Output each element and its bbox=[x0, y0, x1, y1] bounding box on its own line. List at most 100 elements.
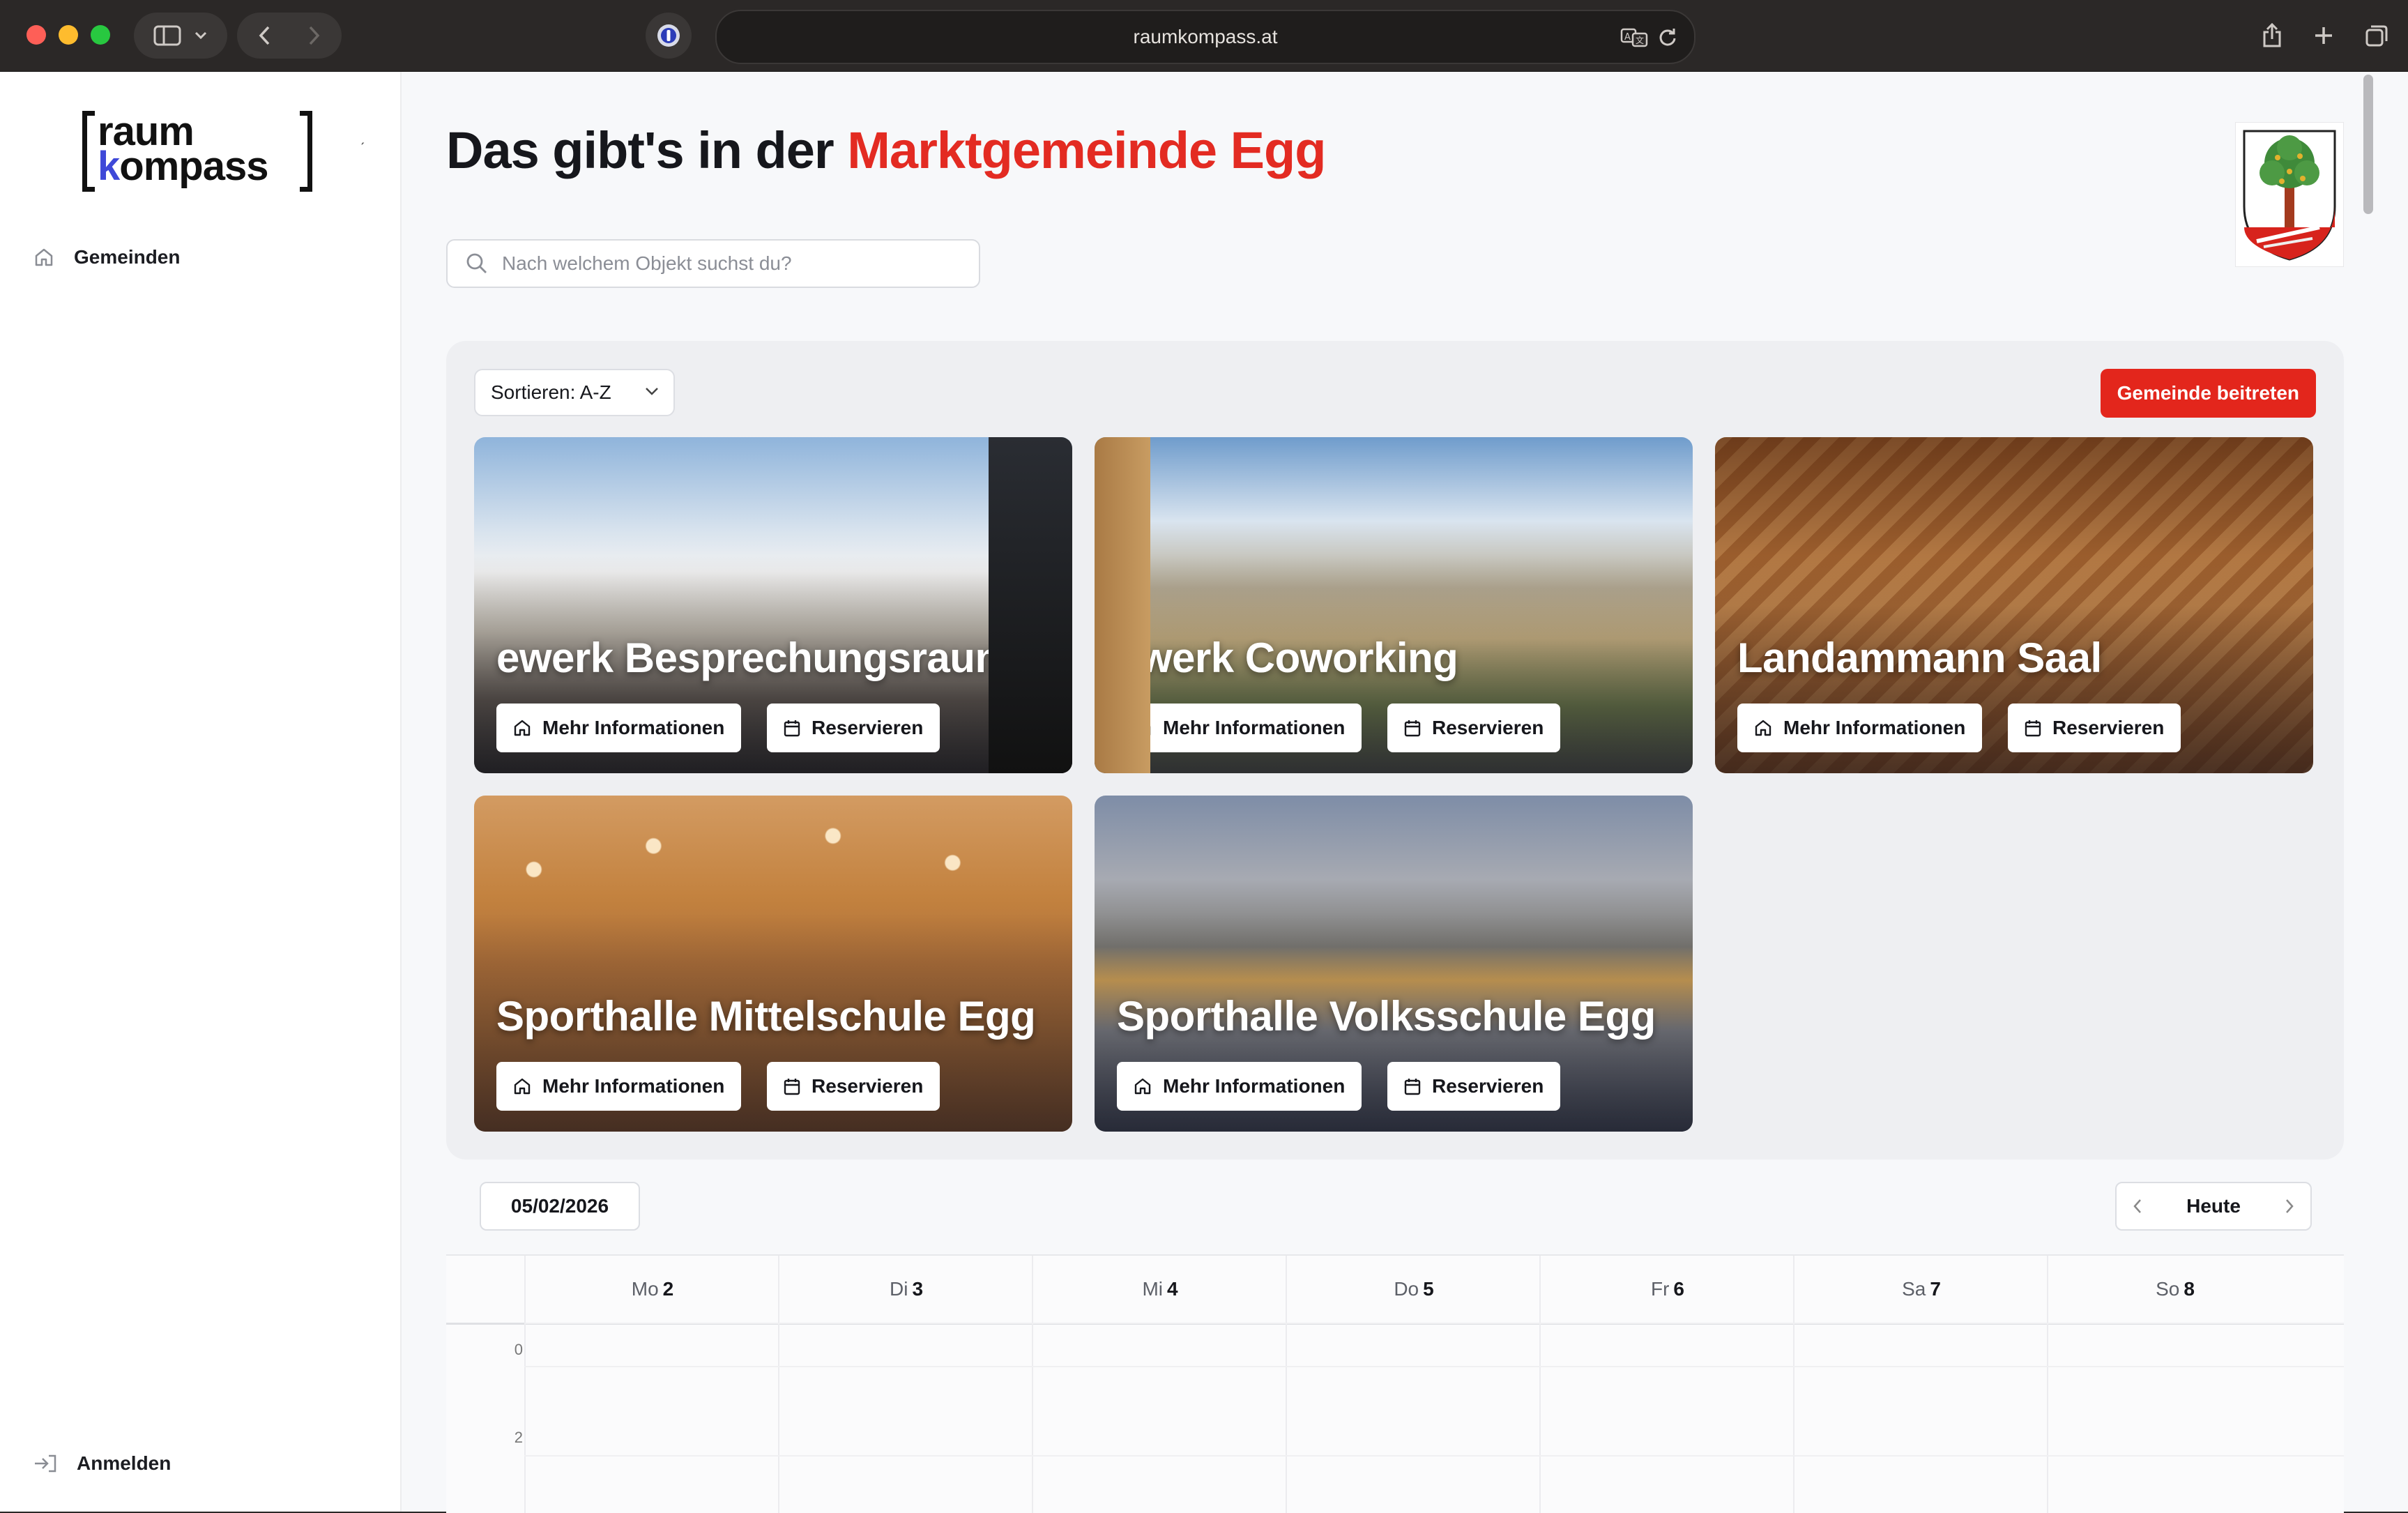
object-name: Landammann Saal bbox=[1737, 634, 2102, 681]
more-info-button[interactable]: Mehr Informationen bbox=[496, 704, 742, 752]
zoom-window-button[interactable] bbox=[91, 25, 110, 45]
calendar-icon bbox=[1404, 1079, 1421, 1095]
day-number: 8 bbox=[2184, 1278, 2195, 1300]
calendar-icon bbox=[784, 1079, 800, 1095]
hour-label: 0 bbox=[514, 1341, 523, 1358]
sidebar-item-label: Gemeinden bbox=[74, 246, 181, 268]
reserve-button[interactable]: Reservieren bbox=[2008, 704, 2181, 752]
day-of-week: Do bbox=[1394, 1278, 1419, 1300]
logo-bracket-left bbox=[82, 111, 95, 192]
calendar-day-column[interactable]: So 8 bbox=[2047, 1256, 2302, 1513]
calendar-day-header: So 8 bbox=[2048, 1256, 2302, 1323]
sort-select[interactable]: Sortieren: A-Z bbox=[474, 369, 675, 416]
page-scrollbar[interactable] bbox=[2363, 75, 2373, 214]
logo-bracket-right bbox=[300, 111, 312, 192]
sort-label: Sortieren: A-Z bbox=[491, 381, 611, 403]
calendar-date-picker[interactable]: 05/02/2026 bbox=[480, 1182, 640, 1231]
object-name: Sporthalle Mittelschule Egg bbox=[496, 993, 1036, 1040]
calendar-day-column[interactable]: Mo 2 bbox=[524, 1256, 779, 1513]
calendar-day-column[interactable]: Do 5 bbox=[1286, 1256, 1541, 1513]
sidebar-toggle-button[interactable] bbox=[134, 13, 227, 59]
hour-label: 2 bbox=[514, 1429, 523, 1446]
day-of-week: So bbox=[2156, 1278, 2180, 1300]
day-of-week: Mo bbox=[631, 1278, 659, 1300]
svg-text:文: 文 bbox=[1636, 35, 1644, 45]
logo-mark: ˏ bbox=[360, 128, 365, 145]
new-tab-icon[interactable] bbox=[2313, 25, 2334, 46]
share-icon[interactable] bbox=[2262, 22, 2283, 49]
today-button[interactable]: Heute bbox=[2186, 1195, 2241, 1217]
raumkompass-logo[interactable]: raum kompass bbox=[82, 111, 312, 195]
history-navigation bbox=[237, 13, 342, 59]
back-icon[interactable] bbox=[258, 25, 272, 46]
calendar-day-column[interactable]: Sa 7 bbox=[1793, 1256, 2048, 1513]
home-icon bbox=[514, 1078, 531, 1095]
join-municipality-button[interactable]: Gemeinde beitreten bbox=[2100, 369, 2316, 418]
search-field[interactable] bbox=[446, 239, 980, 288]
search-input[interactable] bbox=[501, 252, 950, 275]
forward-icon[interactable] bbox=[307, 25, 321, 46]
minimize-window-button[interactable] bbox=[59, 25, 78, 45]
calendar-icon bbox=[784, 720, 800, 737]
home-icon bbox=[1755, 720, 1771, 736]
chevron-down-icon bbox=[195, 31, 207, 40]
home-icon bbox=[1134, 1078, 1151, 1095]
reserve-button[interactable]: Reservieren bbox=[1387, 704, 1561, 752]
login-button[interactable]: Anmelden bbox=[33, 1452, 171, 1475]
home-icon bbox=[514, 720, 531, 736]
reload-icon[interactable] bbox=[1658, 27, 1677, 47]
url-text: raumkompass.at bbox=[1133, 26, 1278, 47]
calendar-day-header: Mo 2 bbox=[526, 1256, 779, 1323]
password-extension-button[interactable] bbox=[646, 13, 692, 59]
object-card[interactable]: Sporthalle Volksschule Egg Mehr Informat… bbox=[1095, 796, 1693, 1132]
calendar-day-column[interactable]: Di 3 bbox=[778, 1256, 1033, 1513]
calendar-day-header: Di 3 bbox=[779, 1256, 1033, 1323]
close-window-button[interactable] bbox=[26, 25, 46, 45]
object-card[interactable]: ewerk Coworking Mehr Informationen Reser… bbox=[1095, 437, 1693, 773]
translate-icon[interactable]: A文 bbox=[1620, 26, 1648, 47]
reserve-button[interactable]: Reservieren bbox=[1387, 1062, 1561, 1111]
calendar-day-column[interactable]: Fr 6 bbox=[1539, 1256, 1794, 1513]
object-card[interactable]: Landammann Saal Mehr Informationen Reser… bbox=[1715, 437, 2313, 773]
svg-text:A: A bbox=[1624, 32, 1631, 43]
calendar-day-column[interactable]: Mi 4 bbox=[1032, 1256, 1287, 1513]
search-icon bbox=[466, 253, 487, 273]
sidebar-icon bbox=[153, 25, 181, 46]
hour-line bbox=[524, 1323, 2344, 1324]
more-info-button[interactable]: Mehr Informationen bbox=[1737, 704, 1983, 752]
reserve-button[interactable]: Reservieren bbox=[767, 1062, 940, 1111]
sidebar: raum kompass ˏ Gemeinden Anmelden bbox=[0, 72, 402, 1512]
sidebar-item-gemeinden[interactable]: Gemeinden bbox=[33, 246, 180, 268]
home-icon bbox=[1134, 720, 1151, 736]
object-card[interactable]: Sporthalle Mittelschule Egg Mehr Informa… bbox=[474, 796, 1072, 1132]
day-number: 6 bbox=[1673, 1278, 1684, 1300]
calendar-day-header: Sa 7 bbox=[1794, 1256, 2048, 1323]
chevron-right-icon[interactable] bbox=[2284, 1198, 2295, 1215]
browser-toolbar: raumkompass.at A文 bbox=[0, 0, 2408, 72]
tab-overview-icon[interactable] bbox=[2365, 24, 2388, 47]
day-number: 5 bbox=[1423, 1278, 1434, 1300]
home-icon bbox=[35, 248, 53, 266]
login-label: Anmelden bbox=[77, 1452, 172, 1474]
object-card[interactable]: ewerk Besprechungsraum Mehr Informatione… bbox=[474, 437, 1072, 773]
calendar-icon bbox=[1404, 720, 1421, 737]
calendar-day-header: Mi 4 bbox=[1033, 1256, 1287, 1323]
objects-panel: Sortieren: A-Z Gemeinde beitreten ewerk … bbox=[446, 341, 2344, 1160]
reserve-button[interactable]: Reservieren bbox=[767, 704, 940, 752]
more-info-button[interactable]: Mehr Informationen bbox=[496, 1062, 742, 1111]
day-of-week: Mi bbox=[1142, 1278, 1163, 1300]
municipality-name: Marktgemeinde Egg bbox=[847, 121, 1326, 179]
calendar-day-header: Fr 6 bbox=[1541, 1256, 1794, 1323]
day-of-week: Di bbox=[889, 1278, 908, 1300]
more-info-button[interactable]: Mehr Informationen bbox=[1117, 1062, 1362, 1111]
address-bar[interactable]: raumkompass.at A文 bbox=[715, 10, 1695, 64]
object-name: ewerk Coworking bbox=[1117, 634, 1458, 681]
municipality-crest-icon bbox=[2235, 122, 2344, 267]
main-content: Das gibt's in der Marktgemeinde Egg Sort… bbox=[402, 72, 2382, 1513]
app-viewport: raum kompass ˏ Gemeinden Anmelden Das gi… bbox=[0, 72, 2408, 1513]
sign-in-icon bbox=[35, 1454, 56, 1473]
more-info-button[interactable]: Mehr Informationen bbox=[1117, 704, 1362, 752]
chevron-left-icon[interactable] bbox=[2132, 1198, 2143, 1215]
hour-line bbox=[524, 1366, 2344, 1367]
day-number: 7 bbox=[1930, 1278, 1941, 1300]
